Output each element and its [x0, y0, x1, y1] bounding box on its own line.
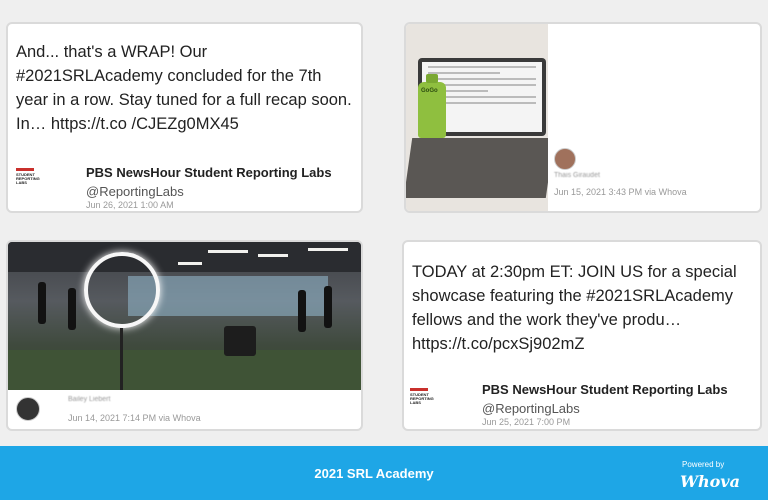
- author-name[interactable]: PBS NewsHour Student Reporting Labs: [86, 165, 332, 180]
- tweet-card[interactable]: TODAY at 2:30pm ET: JOIN US for a specia…: [402, 240, 762, 431]
- footer-bar: 2021 SRL Academy Powered by Whova: [0, 446, 768, 500]
- author-handle[interactable]: @ReportingLabs: [482, 401, 580, 416]
- poster-name: Thais Giraudet: [554, 172, 600, 179]
- event-title: 2021 SRL Academy: [314, 466, 434, 481]
- avatar[interactable]: [16, 397, 40, 421]
- avatar[interactable]: [554, 148, 576, 170]
- post-date: Jun 25, 2021 7:00 PM: [482, 417, 571, 427]
- poster-name: Bailey Liebert: [68, 396, 111, 403]
- photo-card[interactable]: GoGo Thais Giraudet Jun 15, 2021 3:43 PM…: [404, 22, 762, 213]
- author-handle[interactable]: @ReportingLabs: [86, 184, 184, 199]
- tweet-card[interactable]: And... that's a WRAP! Our #2021SRLAcadem…: [6, 22, 363, 213]
- srl-logo: STUDENT REPORTING LABS: [16, 168, 46, 190]
- post-date: Jun 26, 2021 1:00 AM: [86, 200, 174, 210]
- post-photo[interactable]: [8, 242, 361, 390]
- post-date: Jun 14, 2021 7:14 PM via Whova: [68, 413, 201, 423]
- srl-logo: STUDENT REPORTING LABS: [410, 388, 440, 410]
- post-photo[interactable]: GoGo: [406, 24, 548, 211]
- post-date: Jun 15, 2021 3:43 PM via Whova: [554, 187, 687, 197]
- tweet-text: And... that's a WRAP! Our #2021SRLAcadem…: [16, 43, 352, 133]
- author-name[interactable]: PBS NewsHour Student Reporting Labs: [482, 382, 728, 397]
- photo-card[interactable]: Bailey Liebert Jun 14, 2021 7:14 PM via …: [6, 240, 363, 431]
- tweet-text: TODAY at 2:30pm ET: JOIN US for a specia…: [412, 263, 737, 353]
- whova-logo[interactable]: Whova: [680, 472, 740, 491]
- powered-by-label: Powered by: [682, 460, 725, 469]
